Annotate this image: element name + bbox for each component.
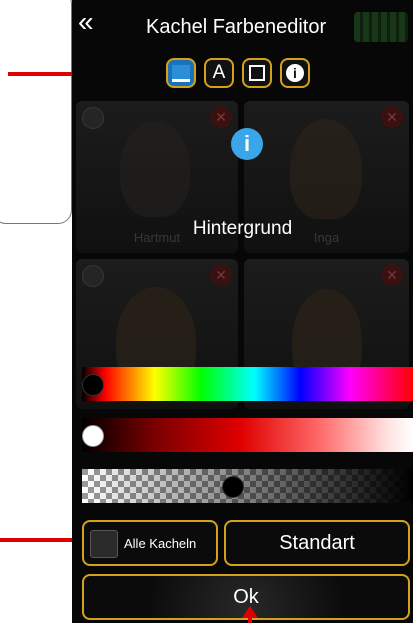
standard-button[interactable]: Standart xyxy=(224,520,410,566)
checkbox[interactable] xyxy=(90,530,118,558)
border-color-icon xyxy=(249,65,265,81)
alpha-slider[interactable] xyxy=(82,469,413,503)
all-tiles-checkbox-button[interactable]: Alle Kacheln xyxy=(82,520,218,566)
all-tiles-label: Alle Kacheln xyxy=(124,536,197,551)
hue-slider-handle[interactable] xyxy=(82,374,104,396)
page-title: Kachel Farbeneditor xyxy=(146,16,327,38)
text-color-icon: A xyxy=(212,62,226,83)
brightness-slider[interactable] xyxy=(82,418,413,452)
brightness-slider-handle[interactable] xyxy=(82,425,104,447)
double-chevron-left-icon[interactable]: « xyxy=(78,8,108,38)
alpha-slider-handle[interactable] xyxy=(222,476,244,498)
text-color-button[interactable]: A xyxy=(204,58,234,88)
annotation-arrow-ok xyxy=(242,606,258,623)
fill-color-icon xyxy=(172,64,190,82)
info-icon: i xyxy=(286,64,304,82)
fill-color-button[interactable] xyxy=(166,58,196,88)
field-label: Hintergrund xyxy=(192,218,293,239)
hue-slider[interactable] xyxy=(82,367,413,401)
info-icon: i xyxy=(231,128,263,160)
status-bar-icon xyxy=(354,12,408,42)
header: « Kachel Farbeneditor xyxy=(72,0,413,55)
border-color-button[interactable] xyxy=(242,58,272,88)
info-button[interactable]: i xyxy=(280,58,310,88)
annotation-panel xyxy=(0,0,72,224)
ok-label: Ok xyxy=(233,586,259,608)
phone-screen: ✕ Hartmut ✕ Inga ✕ ✕ « Kachel Farbenedit… xyxy=(72,0,413,623)
